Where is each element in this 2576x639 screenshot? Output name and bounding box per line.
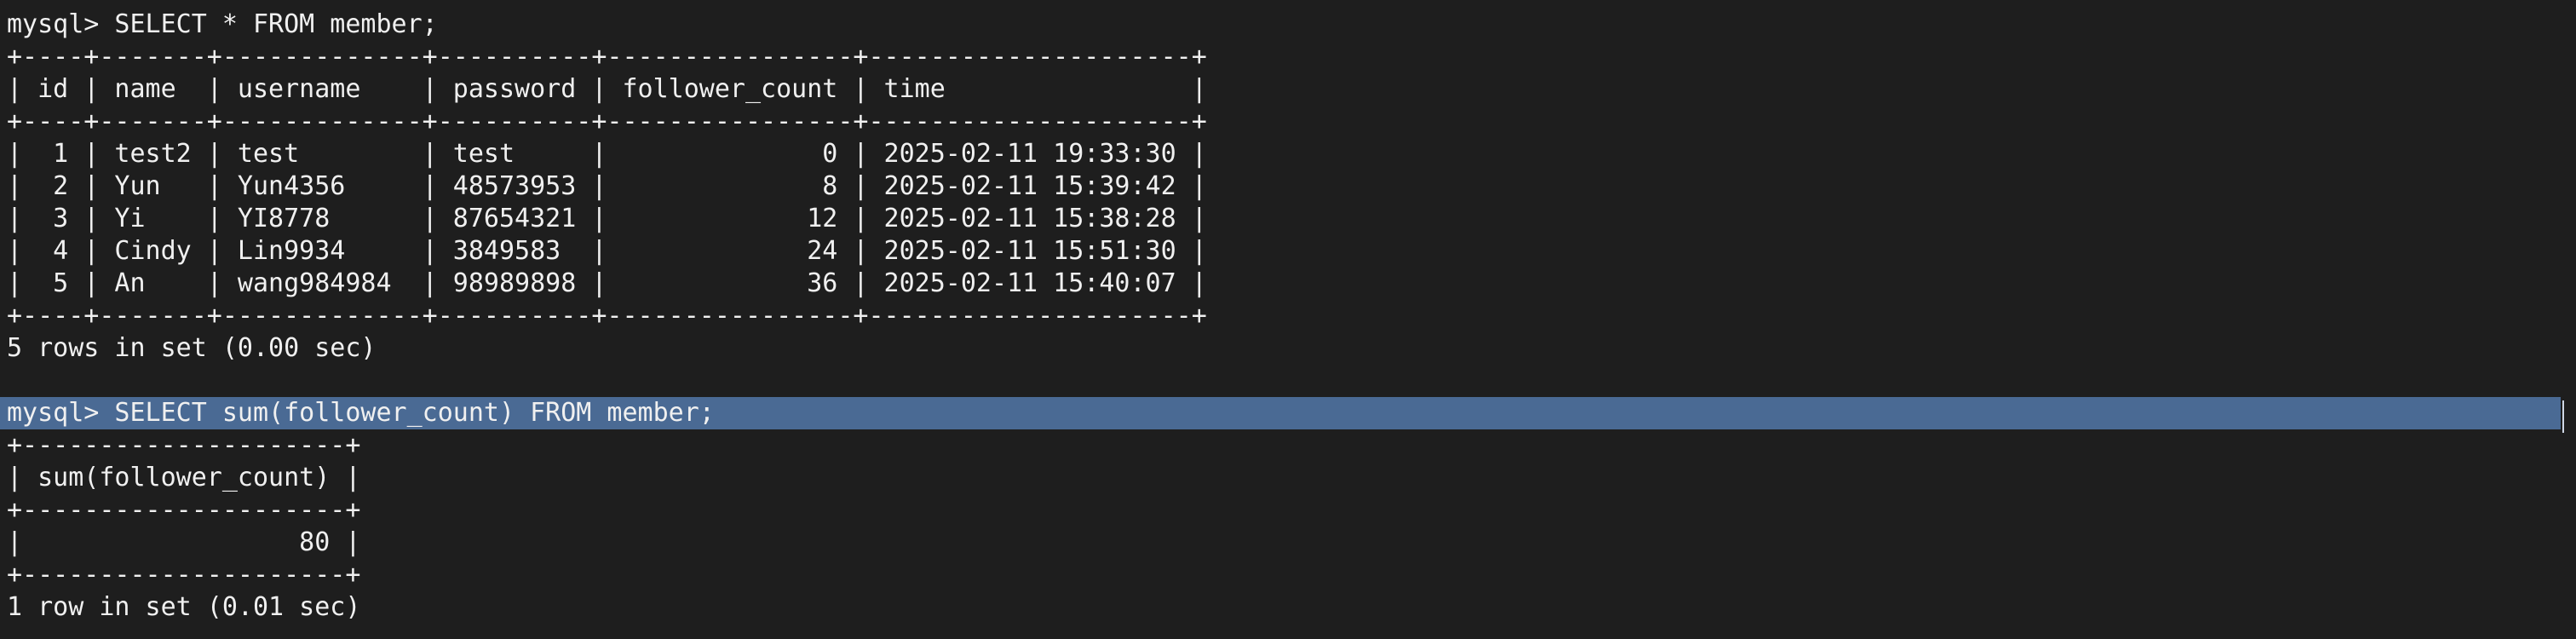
result-status-text: 1 row in set (0.01 sec) [7,592,361,622]
selected-prompt-line[interactable]: mysql> SELECT sum(follower_count) FROM m… [0,397,2576,429]
prompt-line: mysql> SELECT * FROM member; [7,9,2576,41]
table-row: | 3 | Yi | YI8778 | 87654321 | 12 | 2025… [7,203,2576,235]
table-border-text: +---------------------+ [7,430,361,460]
table-row-text: | 2 | Yun | Yun4356 | 48573953 | 8 | 202… [7,171,1207,201]
table-border: +---------------------+ [7,494,2576,527]
table-header: | id | name | username | password | foll… [7,73,2576,106]
table-row-text: | 4 | Cindy | Lin9934 | 3849583 | 24 | 2… [7,236,1207,266]
command-text: mysql> SELECT * FROM member; [7,9,438,39]
table-row: | 80 | [7,527,2576,559]
terminal-window[interactable]: mysql> SELECT * FROM member; +----+-----… [0,0,2576,639]
table-row: | 4 | Cindy | Lin9934 | 3849583 | 24 | 2… [7,235,2576,268]
table-row: | 5 | An | wang984984 | 98989898 | 36 | … [7,268,2576,300]
table-border: +----+-------+-------------+----------+-… [7,106,2576,138]
table-border: +---------------------+ [7,429,2576,462]
command-text: mysql> SELECT sum(follower_count) FROM m… [7,398,715,428]
table-border-text: +---------------------+ [7,495,361,525]
table-row: | 2 | Yun | Yun4356 | 48573953 | 8 | 202… [7,170,2576,203]
table-row-text: | 3 | Yi | YI8778 | 87654321 | 12 | 2025… [7,204,1207,233]
table-header-text: | id | name | username | password | foll… [7,74,1207,104]
selection-edge-marker [2562,400,2564,433]
table-row-text: | 5 | An | wang984984 | 98989898 | 36 | … [7,268,1207,298]
table-row: | 1 | test2 | test | test | 0 | 2025-02-… [7,138,2576,170]
table-header: | sum(follower_count) | [7,462,2576,494]
table-border-text: +----+-------+-------------+----------+-… [7,42,1207,72]
table-border-text: +----+-------+-------------+----------+-… [7,106,1207,136]
table-border: +---------------------+ [7,559,2576,591]
table-border-text: +---------------------+ [7,560,361,590]
table-row-text: | 80 | [7,527,361,557]
table-border: +----+-------+-------------+----------+-… [7,41,2576,73]
table-header-text: | sum(follower_count) | [7,463,361,492]
table-border-text: +----+-------+-------------+----------+-… [7,301,1207,331]
table-row-text: | 1 | test2 | test | test | 0 | 2025-02-… [7,139,1207,169]
table-border: +----+-------+-------------+----------+-… [7,300,2576,332]
result-status: 5 rows in set (0.00 sec) [7,332,2576,365]
result-status: 1 row in set (0.01 sec) [7,591,2576,624]
result-status-text: 5 rows in set (0.00 sec) [7,333,377,363]
